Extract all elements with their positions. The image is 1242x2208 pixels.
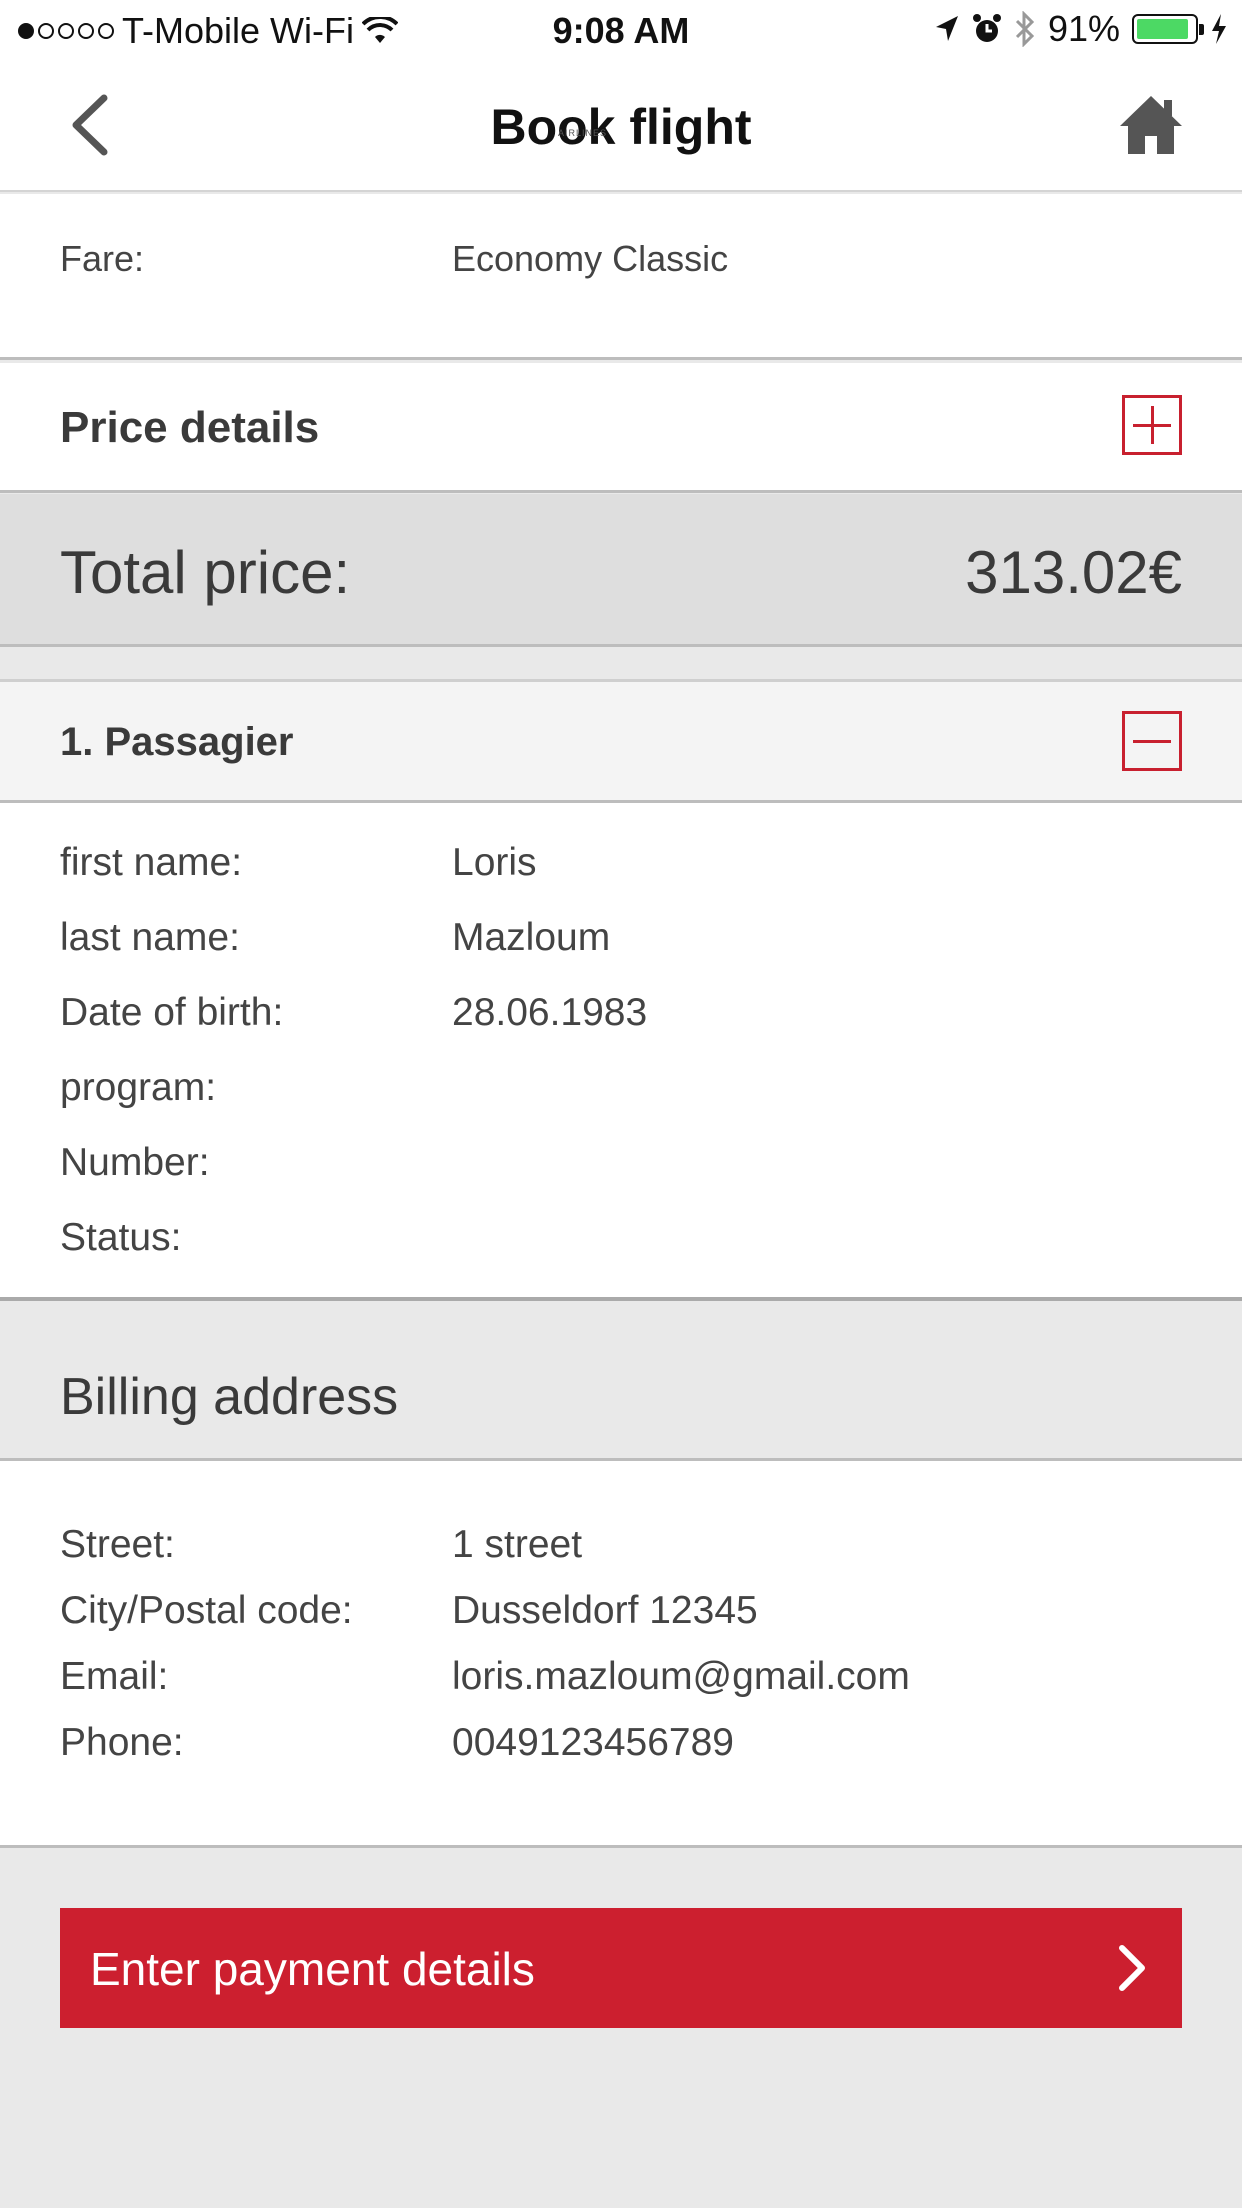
phone-label: Phone: [60, 1721, 184, 1764]
status-label: Status: [60, 1216, 182, 1259]
city-postal-label: City/Postal code: [60, 1589, 353, 1632]
alarm-icon [972, 14, 1001, 42]
charging-bolt-icon [1212, 14, 1226, 44]
email-label: Email: [60, 1655, 169, 1698]
status-bar: T-Mobile Wi-Fi 9:08 AM 91% [0, 0, 1242, 62]
navigation-bar: Book flight [0, 62, 1242, 192]
airline-logo: AIRLINES [558, 128, 608, 138]
date-of-birth-label: Date of birth: [60, 991, 284, 1034]
fare-value: Economy Classic [452, 238, 729, 279]
battery-icon [1132, 14, 1204, 44]
last-name-label: last name: [60, 916, 240, 959]
city-postal-value: Dusseldorf 12345 [452, 1589, 758, 1632]
page-title: Book flight [490, 99, 752, 155]
total-price-row: Total price: 313.02€ [0, 494, 1242, 647]
passenger-title: 1. Passagier [60, 720, 294, 764]
battery-percent: 91% [1047, 8, 1120, 49]
date-of-birth-value: 28.06.1983 [452, 991, 648, 1034]
passenger-details: first name: Loris last name: Mazloum Dat… [0, 803, 1242, 1301]
location-arrow-icon [935, 16, 958, 41]
chevron-right-icon [1119, 1945, 1145, 1991]
fare-section: Fare: Economy Classic [0, 194, 1242, 360]
home-icon [1120, 96, 1182, 154]
first-name-label: first name: [60, 841, 243, 884]
enter-payment-details-button[interactable]: Enter payment details [60, 1908, 1182, 2028]
fare-label: Fare: [60, 238, 145, 279]
number-label: Number: [60, 1141, 210, 1184]
billing-address-title: Billing address [60, 1368, 399, 1426]
billing-address-header: Billing address [0, 1301, 1242, 1461]
program-label: program: [60, 1066, 217, 1109]
bluetooth-icon [1015, 11, 1035, 47]
street-label: Street: [60, 1523, 175, 1566]
minus-box-icon[interactable] [1122, 711, 1182, 771]
street-value: 1 street [452, 1523, 583, 1566]
price-details-label: Price details [60, 403, 320, 452]
home-button[interactable] [1118, 92, 1184, 158]
price-details-toggle[interactable]: Price details [0, 363, 1242, 493]
passenger-section-toggle[interactable]: 1. Passagier [0, 679, 1242, 803]
plus-box-icon[interactable] [1122, 395, 1182, 455]
total-price-value: 313.02€ [965, 539, 1182, 606]
email-value: loris.mazloum@gmail.com [452, 1655, 910, 1698]
last-name-value: Mazloum [452, 916, 611, 959]
first-name-value: Loris [452, 841, 537, 884]
enter-payment-details-label: Enter payment details [90, 1943, 535, 1995]
phone-value: 0049123456789 [452, 1721, 734, 1764]
status-bar-right: 91% [934, 8, 1228, 50]
total-price-label: Total price: [60, 539, 351, 606]
billing-details: Street: 1 street City/Postal code: Dusse… [0, 1461, 1242, 1848]
